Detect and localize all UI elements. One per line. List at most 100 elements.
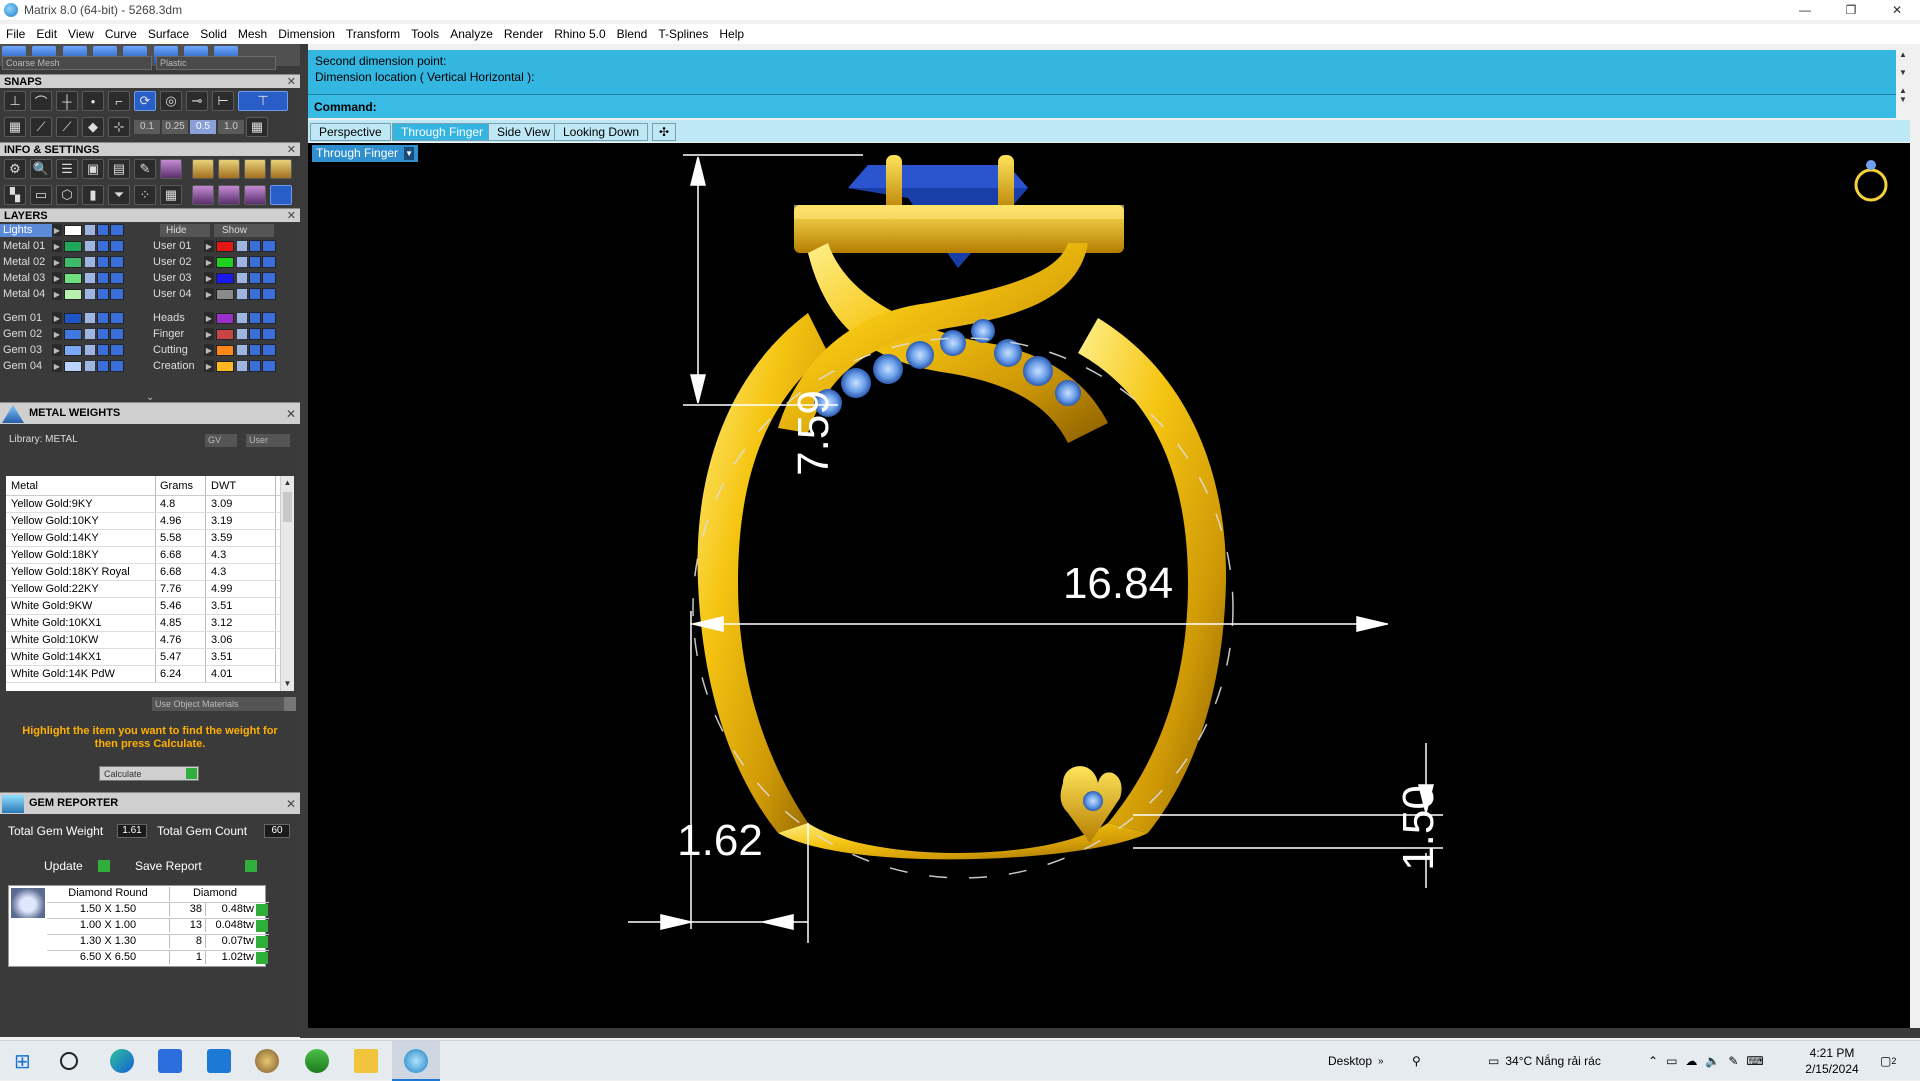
save-report-button[interactable]: Save Report (135, 858, 257, 874)
layer-toggle[interactable] (262, 312, 276, 324)
layer-color-swatch[interactable] (64, 312, 82, 324)
dropdown-icon[interactable]: ▼ (404, 147, 415, 161)
layer-row[interactable]: Gem 03 ▶ (0, 343, 124, 357)
lock-icon[interactable] (236, 360, 248, 372)
box-icon[interactable]: ▣ (82, 159, 104, 179)
layer-row[interactable]: Creation ▶ (150, 359, 276, 373)
gem-tool-icon[interactable] (244, 159, 266, 179)
layer-color-swatch[interactable] (216, 256, 234, 268)
layer-toggle[interactable] (110, 256, 124, 268)
project-icon[interactable]: ◆ (82, 117, 104, 137)
layer-toggle[interactable] (262, 344, 276, 356)
lock-icon[interactable] (84, 360, 96, 372)
visibility-icon[interactable] (249, 344, 261, 356)
tab-perspective[interactable]: Perspective (310, 123, 391, 141)
table-row[interactable]: Yellow Gold:18KY 6.68 4.3 (6, 547, 294, 564)
people-icon[interactable]: ⚲ (1412, 1041, 1421, 1081)
table-scrollbar[interactable]: ▲ ▼ (280, 476, 294, 691)
visibility-icon[interactable] (97, 360, 109, 372)
layer-row[interactable]: Heads ▶ (150, 311, 276, 325)
layer-color-swatch[interactable] (64, 272, 82, 284)
layer-toggle[interactable] (110, 240, 124, 252)
visibility-icon[interactable] (97, 272, 109, 284)
scroll-down-icon[interactable]: ▼ (281, 677, 294, 691)
gem-tool-icon[interactable] (192, 159, 214, 179)
minimize-button[interactable]: — (1782, 0, 1828, 20)
viewport-through-finger[interactable]: 7.59 16.84 1.62 1.50 Through Finger ▼ (308, 143, 1910, 1028)
layer-arrow-icon[interactable]: ▶ (204, 360, 214, 372)
settings-icon[interactable]: ⚙ (4, 159, 26, 179)
windows-icon[interactable]: ▚ (4, 185, 26, 205)
filter-icon[interactable]: ⏷ (108, 185, 130, 205)
layer-arrow-icon[interactable]: ▶ (52, 328, 62, 340)
layer-row[interactable]: User 03 ▶ (150, 271, 276, 285)
visibility-icon[interactable] (97, 328, 109, 340)
snap-tan-icon[interactable]: ⊢ (212, 91, 234, 111)
notification-icon[interactable]: ▢ 2 (1880, 1041, 1896, 1081)
layer-arrow-icon[interactable]: ▶ (52, 288, 62, 300)
snap-center-icon[interactable]: ◎ (160, 91, 182, 111)
gem-tool-icon[interactable] (270, 159, 292, 179)
visibility-icon[interactable] (97, 312, 109, 324)
update-button[interactable]: Update (44, 858, 110, 874)
layer-color-swatch[interactable] (64, 344, 82, 356)
lock-icon[interactable] (236, 272, 248, 284)
layer-row[interactable]: Cutting ▶ (150, 343, 276, 357)
layer-row[interactable]: User 01 ▶ (150, 239, 276, 253)
menu-blend[interactable]: Blend (617, 27, 648, 41)
tab-side-view[interactable]: Side View (488, 123, 560, 141)
layer-arrow-icon[interactable]: ▶ (204, 272, 214, 284)
edge-icon[interactable] (110, 1049, 134, 1073)
pen-icon[interactable]: ✎ (1728, 1054, 1738, 1068)
go-icon[interactable] (256, 904, 268, 916)
menu-curve[interactable]: Curve (105, 27, 137, 41)
restore-button[interactable]: ❐ (1828, 0, 1874, 20)
layer-toggle[interactable] (262, 288, 276, 300)
snap-curve-icon[interactable]: ⌒ (30, 91, 52, 111)
mail-icon[interactable] (207, 1049, 231, 1073)
layer-toggle[interactable] (110, 312, 124, 324)
ortho-icon[interactable]: ⟋ (30, 117, 52, 137)
layer-row[interactable]: Gem 04 ▶ (0, 359, 124, 373)
grid-icon[interactable]: ▦ (4, 117, 26, 137)
ring-orientation-icon[interactable] (1854, 160, 1888, 202)
layer-color[interactable] (64, 224, 82, 236)
column-header[interactable]: Grams (156, 476, 206, 495)
gem-tool-icon[interactable] (218, 159, 240, 179)
layer-row[interactable]: Metal 04 ▶ (0, 287, 124, 301)
search-icon[interactable] (60, 1052, 78, 1070)
grid-snap-icon[interactable]: ▦ (246, 117, 268, 137)
visibility-icon[interactable] (97, 344, 109, 356)
layer-toggle[interactable] (262, 272, 276, 284)
menu-solid[interactable]: Solid (200, 27, 227, 41)
calculate-button[interactable]: Calculate (99, 766, 199, 781)
layer-row[interactable]: User 02 ▶ (150, 255, 276, 269)
tab-through-finger[interactable]: Through Finger (392, 123, 493, 141)
snap-point-icon[interactable]: • (82, 91, 104, 111)
lock-icon[interactable] (84, 272, 96, 284)
layer-color-swatch[interactable] (216, 288, 234, 300)
close-button[interactable]: ✕ (1874, 0, 1920, 20)
snap-value[interactable]: 0.25 (162, 120, 188, 134)
chevron-icon[interactable]: » (1378, 1056, 1384, 1067)
menu-render[interactable]: Render (504, 27, 543, 41)
lock-icon[interactable] (236, 328, 248, 340)
visibility-icon[interactable] (249, 288, 261, 300)
layer-row[interactable]: Gem 01 ▶ (0, 311, 124, 325)
layer-color-swatch[interactable] (216, 344, 234, 356)
osnap-icon[interactable]: ⊹ (108, 117, 130, 137)
tab-looking-down[interactable]: Looking Down (554, 123, 649, 141)
layer-arrow-icon[interactable]: ▶ (204, 256, 214, 268)
table-row[interactable]: White Gold:10KW 4.76 3.06 (6, 632, 294, 649)
lock-icon[interactable] (236, 312, 248, 324)
layer-row[interactable]: Gem 02 ▶ (0, 327, 124, 341)
menu-tsplines[interactable]: T-Splines (658, 27, 708, 41)
layer-toggle[interactable] (110, 344, 124, 356)
lights-layer[interactable]: Lights (0, 223, 52, 237)
gem-row[interactable]: 1.50 X 1.50 38 0.48tw (47, 902, 269, 916)
explorer-icon[interactable] (354, 1049, 378, 1073)
render-icon[interactable] (218, 185, 240, 205)
menu-rhino[interactable]: Rhino 5.0 (554, 27, 605, 41)
network-icon[interactable]: ▭ (1666, 1054, 1677, 1068)
pen-icon[interactable]: ✎ (134, 159, 156, 179)
